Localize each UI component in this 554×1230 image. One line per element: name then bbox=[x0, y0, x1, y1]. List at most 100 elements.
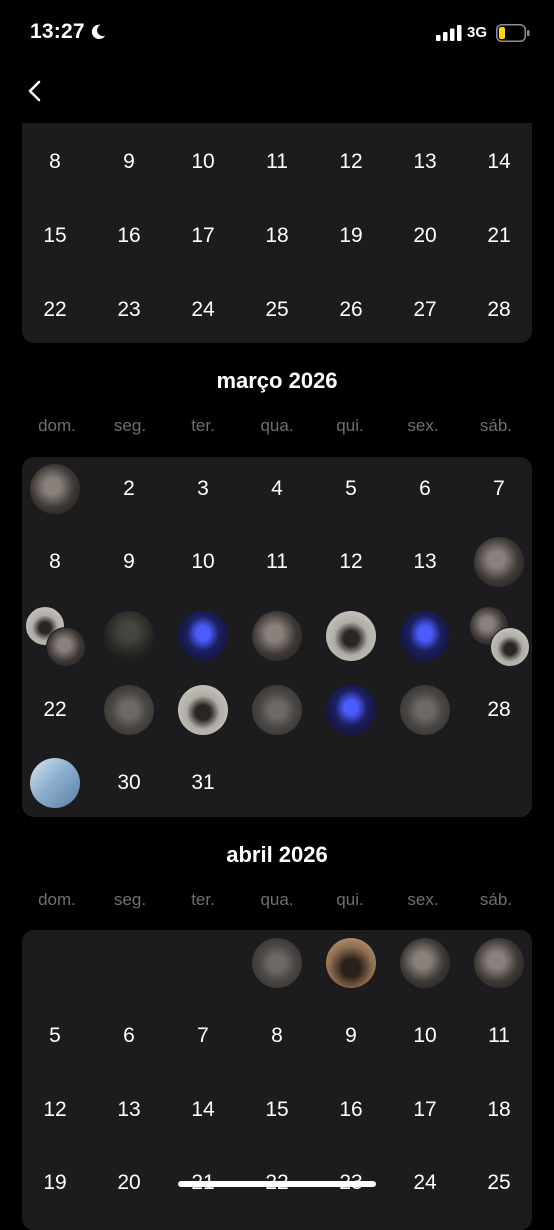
day-photo-thumbnail[interactable] bbox=[326, 938, 376, 988]
day-photo-thumbnail[interactable] bbox=[178, 611, 228, 661]
day-cell[interactable]: 11 bbox=[471, 1008, 527, 1064]
weekday-label: ter. bbox=[191, 416, 215, 435]
weekday-label: seg. bbox=[113, 416, 147, 435]
day-cell[interactable]: 22 bbox=[27, 282, 83, 338]
day-photo-thumbnail bbox=[490, 627, 530, 667]
day-cell[interactable]: 16 bbox=[101, 208, 157, 264]
day-cell[interactable]: 28 bbox=[471, 282, 527, 338]
day-photo-thumbnail[interactable] bbox=[326, 685, 376, 735]
day-photo-thumbnail[interactable] bbox=[474, 938, 524, 988]
signal-icon bbox=[436, 25, 462, 41]
weekday-label: sáb. bbox=[479, 890, 513, 909]
day-photo-stack[interactable] bbox=[25, 606, 86, 667]
day-cell[interactable]: 9 bbox=[101, 134, 157, 190]
weekday-label: dom. bbox=[38, 416, 76, 435]
day-cell[interactable]: 15 bbox=[249, 1082, 305, 1138]
weekday-label: qui. bbox=[336, 416, 364, 435]
day-cell[interactable]: 14 bbox=[175, 1082, 231, 1138]
day-cell[interactable]: 28 bbox=[471, 682, 527, 738]
day-cell[interactable]: 12 bbox=[323, 534, 379, 590]
day-photo-thumbnail[interactable] bbox=[178, 685, 228, 735]
day-cell[interactable]: 10 bbox=[175, 134, 231, 190]
day-cell[interactable]: 16 bbox=[323, 1082, 379, 1138]
day-cell[interactable]: 18 bbox=[249, 208, 305, 264]
day-cell[interactable]: 27 bbox=[397, 282, 453, 338]
day-photo-thumbnail[interactable] bbox=[30, 758, 80, 808]
day-cell[interactable]: 3 bbox=[175, 461, 231, 517]
day-photo-thumbnail[interactable] bbox=[252, 938, 302, 988]
day-cell[interactable]: 19 bbox=[27, 1155, 83, 1211]
calendar-card-march: 2 3 4 5 6 7 8 9 10 11 12 13 22 28 30 31 bbox=[22, 457, 532, 817]
day-cell[interactable]: 25 bbox=[471, 1155, 527, 1211]
day-cell[interactable]: 4 bbox=[249, 461, 305, 517]
day-cell[interactable]: 9 bbox=[101, 534, 157, 590]
day-cell[interactable]: 13 bbox=[397, 134, 453, 190]
day-cell[interactable]: 23 bbox=[101, 282, 157, 338]
day-photo-thumbnail bbox=[46, 627, 86, 667]
network-label: 3G bbox=[467, 24, 488, 41]
weekday-label: ter. bbox=[191, 890, 215, 909]
day-cell[interactable]: 13 bbox=[101, 1082, 157, 1138]
day-photo-thumbnail[interactable] bbox=[104, 685, 154, 735]
day-cell[interactable]: 2 bbox=[101, 461, 157, 517]
day-cell[interactable]: 25 bbox=[249, 282, 305, 338]
day-photo-thumbnail[interactable] bbox=[400, 685, 450, 735]
weekday-label: sáb. bbox=[479, 416, 513, 435]
day-cell[interactable]: 30 bbox=[101, 755, 157, 811]
day-cell[interactable]: 6 bbox=[101, 1008, 157, 1064]
month-title-april: abril 2026 bbox=[226, 842, 328, 867]
day-cell[interactable]: 14 bbox=[471, 134, 527, 190]
day-photo-thumbnail[interactable] bbox=[474, 537, 524, 587]
day-cell[interactable]: 12 bbox=[27, 1082, 83, 1138]
day-cell[interactable]: 17 bbox=[175, 208, 231, 264]
weekday-label: sex. bbox=[407, 890, 439, 909]
day-cell[interactable]: 24 bbox=[397, 1155, 453, 1211]
day-cell[interactable]: 17 bbox=[397, 1082, 453, 1138]
day-photo-thumbnail[interactable] bbox=[30, 464, 80, 514]
day-cell[interactable]: 7 bbox=[175, 1008, 231, 1064]
chevron-left-icon bbox=[28, 80, 41, 102]
day-photo-thumbnail[interactable] bbox=[104, 611, 154, 661]
weekday-label: qua. bbox=[260, 890, 294, 909]
day-cell[interactable]: 5 bbox=[27, 1008, 83, 1064]
weekday-label: sex. bbox=[407, 416, 439, 435]
weekday-label: seg. bbox=[113, 890, 147, 909]
status-bar: 13:27 3G bbox=[0, 0, 554, 66]
day-photo-thumbnail[interactable] bbox=[326, 611, 376, 661]
day-cell[interactable]: 20 bbox=[397, 208, 453, 264]
day-cell[interactable]: 18 bbox=[471, 1082, 527, 1138]
back-button[interactable] bbox=[18, 74, 52, 108]
day-cell[interactable]: 7 bbox=[471, 461, 527, 517]
day-cell[interactable]: 31 bbox=[175, 755, 231, 811]
day-cell[interactable]: 22 bbox=[27, 682, 83, 738]
weekday-label: qua. bbox=[260, 416, 294, 435]
day-photo-stack[interactable] bbox=[469, 606, 530, 667]
day-cell[interactable]: 19 bbox=[323, 208, 379, 264]
day-cell[interactable]: 10 bbox=[397, 1008, 453, 1064]
day-cell[interactable]: 12 bbox=[323, 134, 379, 190]
day-photo-thumbnail[interactable] bbox=[252, 685, 302, 735]
moon-icon bbox=[91, 24, 106, 40]
day-cell[interactable]: 10 bbox=[175, 534, 231, 590]
day-cell[interactable]: 8 bbox=[27, 534, 83, 590]
day-photo-thumbnail[interactable] bbox=[400, 611, 450, 661]
day-cell[interactable]: 8 bbox=[27, 134, 83, 190]
day-cell[interactable]: 24 bbox=[175, 282, 231, 338]
day-cell[interactable]: 9 bbox=[323, 1008, 379, 1064]
day-cell[interactable]: 11 bbox=[249, 534, 305, 590]
home-indicator[interactable] bbox=[178, 1181, 376, 1187]
status-time: 13:27 bbox=[30, 20, 85, 43]
day-cell[interactable]: 21 bbox=[471, 208, 527, 264]
weekday-label: qui. bbox=[336, 890, 364, 909]
day-cell[interactable]: 15 bbox=[27, 208, 83, 264]
day-cell[interactable]: 20 bbox=[101, 1155, 157, 1211]
day-cell[interactable]: 8 bbox=[249, 1008, 305, 1064]
battery-icon bbox=[496, 24, 530, 42]
day-cell[interactable]: 26 bbox=[323, 282, 379, 338]
day-cell[interactable]: 13 bbox=[397, 534, 453, 590]
day-cell[interactable]: 5 bbox=[323, 461, 379, 517]
day-cell[interactable]: 11 bbox=[249, 134, 305, 190]
day-photo-thumbnail[interactable] bbox=[252, 611, 302, 661]
day-photo-thumbnail[interactable] bbox=[400, 938, 450, 988]
day-cell[interactable]: 6 bbox=[397, 461, 453, 517]
